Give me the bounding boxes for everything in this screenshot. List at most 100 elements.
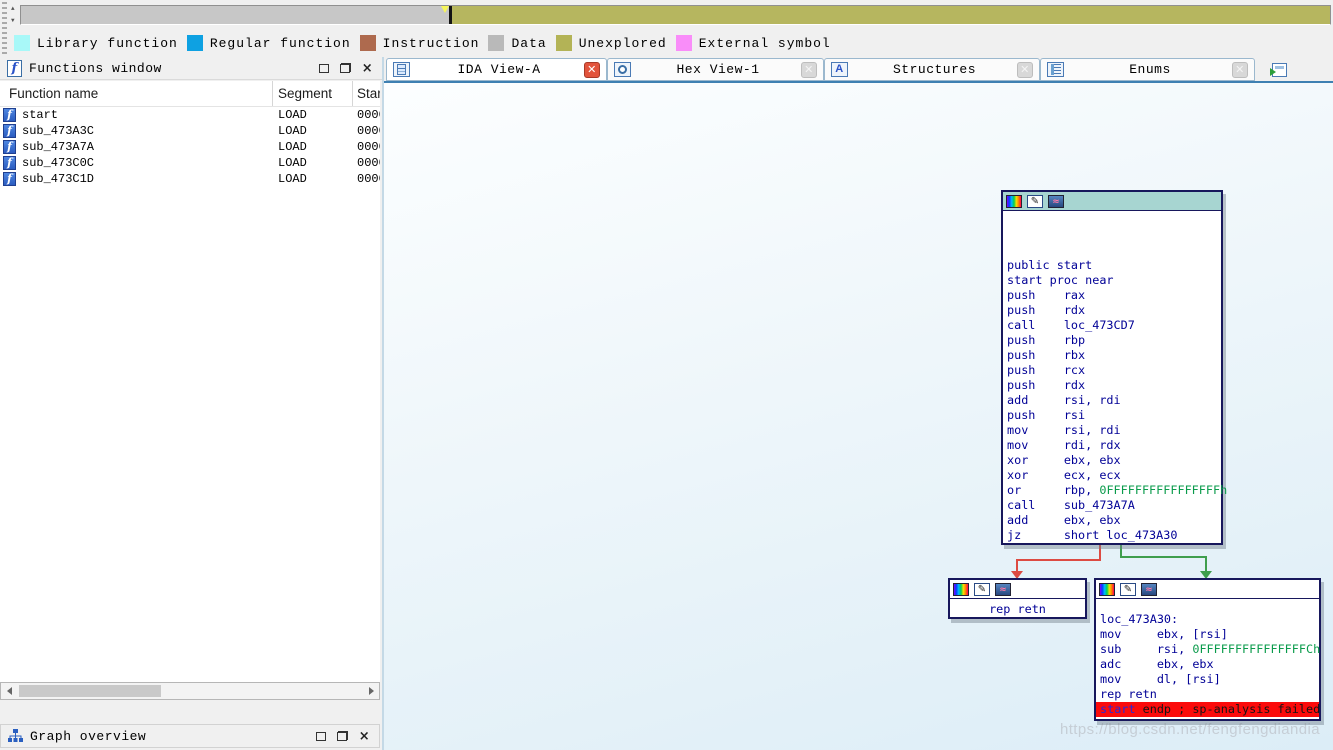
xrefs-icon[interactable]: ≈ bbox=[1048, 195, 1064, 208]
asm-line[interactable]: push rcx bbox=[1007, 363, 1221, 378]
scroll-right-button[interactable] bbox=[363, 683, 379, 699]
node-titlebar: ✎ ≈ bbox=[1096, 580, 1319, 599]
function-segment: LOAD bbox=[273, 140, 353, 154]
asm-code[interactable]: public startstart proc nearpush raxpush … bbox=[1003, 211, 1221, 543]
edit-icon[interactable]: ✎ bbox=[1120, 583, 1136, 596]
restore-button[interactable] bbox=[335, 729, 350, 743]
navigator-band[interactable] bbox=[20, 5, 1331, 25]
asm-code[interactable]: loc_473A30:mov ebx, [rsi]sub rsi, 0FFFFF… bbox=[1096, 599, 1319, 717]
maximize-button[interactable] bbox=[316, 61, 331, 75]
tab-label: Structures bbox=[852, 62, 1017, 77]
table-row[interactable]: fsub_473C1D LOAD 0000 bbox=[0, 171, 380, 187]
asm-line[interactable]: mov rsi, rdi bbox=[1007, 423, 1221, 438]
graph-overview-titlebar[interactable]: Graph overview × bbox=[0, 724, 380, 748]
scroll-left-icon bbox=[7, 687, 12, 695]
asm-line[interactable]: xor ebx, ebx bbox=[1007, 453, 1221, 468]
edit-icon[interactable]: ✎ bbox=[1027, 195, 1043, 208]
asm-line[interactable]: loc_473A30: bbox=[1100, 612, 1319, 627]
asm-text: loc_473A30: bbox=[1100, 612, 1178, 626]
asm-text: push rsi bbox=[1007, 408, 1085, 422]
asm-line[interactable]: mov ebx, [rsi] bbox=[1100, 627, 1319, 642]
restore-button[interactable] bbox=[338, 61, 353, 75]
unexplored-swatch bbox=[556, 35, 572, 51]
graph-view-canvas[interactable]: https://blog.csdn.net/fengfengdiandia ✎ … bbox=[384, 83, 1333, 750]
maximize-icon bbox=[316, 732, 326, 741]
horizontal-scrollbar[interactable] bbox=[0, 682, 380, 700]
asm-text: 0FFFFFFFFFFFFFFFFh bbox=[1099, 483, 1227, 497]
tab-close-button[interactable]: ✕ bbox=[1232, 62, 1248, 78]
asm-line[interactable]: mov rdi, rdx bbox=[1007, 438, 1221, 453]
node-color-icon[interactable] bbox=[1006, 195, 1022, 208]
scrollbar-track[interactable] bbox=[17, 683, 363, 699]
navigator-band-unexplored[interactable] bbox=[452, 6, 1330, 24]
column-header-function-name[interactable]: Function name bbox=[0, 81, 273, 106]
scrollbar-thumb[interactable] bbox=[19, 685, 161, 697]
asm-line[interactable]: push rdx bbox=[1007, 303, 1221, 318]
spin-down-icon[interactable]: ▼ bbox=[11, 18, 19, 24]
function-segment: LOAD bbox=[273, 108, 353, 122]
basic-block-loc-473A30[interactable]: ✎ ≈ loc_473A30:mov ebx, [rsi]sub rsi, 0F… bbox=[1094, 578, 1321, 721]
spin-up-icon[interactable]: ▲ bbox=[11, 6, 19, 12]
tab-ida-view-a[interactable]: IDA View-A ✕ bbox=[386, 58, 607, 81]
close-button[interactable]: × bbox=[357, 729, 372, 743]
function-icon: f bbox=[3, 156, 16, 170]
asm-text: push rdx bbox=[1007, 378, 1085, 392]
asm-line[interactable]: push rsi bbox=[1007, 408, 1221, 423]
asm-line[interactable]: mov dl, [rsi] bbox=[1100, 672, 1319, 687]
asm-line[interactable]: push rdx bbox=[1007, 378, 1221, 393]
asm-line[interactable]: adc ebx, ebx bbox=[1100, 657, 1319, 672]
asm-line-highlight[interactable]: start endp ; sp-analysis failed bbox=[1096, 702, 1319, 717]
asm-code[interactable]: rep retn bbox=[950, 599, 1085, 620]
tab-label: Enums bbox=[1068, 62, 1232, 77]
tab-hex-view-1[interactable]: Hex View-1 ✕ bbox=[607, 58, 824, 81]
asm-line[interactable]: rep retn bbox=[950, 602, 1085, 617]
asm-line[interactable]: sub rsi, 0FFFFFFFFFFFFFFFCh bbox=[1100, 642, 1319, 657]
table-row[interactable]: fsub_473A7A LOAD 0000 bbox=[0, 139, 380, 155]
tab-label: Hex View-1 bbox=[635, 62, 801, 77]
asm-line[interactable]: push rbx bbox=[1007, 348, 1221, 363]
edge-jump-taken bbox=[1121, 545, 1206, 572]
node-color-icon[interactable] bbox=[1099, 583, 1115, 596]
table-row[interactable]: fstart LOAD 0000 bbox=[0, 107, 380, 123]
maximize-button[interactable] bbox=[313, 729, 328, 743]
tab-close-button[interactable]: ✕ bbox=[1017, 62, 1033, 78]
asm-line[interactable]: jz short loc_473A30 bbox=[1007, 528, 1221, 543]
tab-structures[interactable]: A Structures ✕ bbox=[824, 58, 1040, 81]
tab-close-button[interactable]: ✕ bbox=[801, 62, 817, 78]
functions-window-titlebar[interactable]: f Functions window × bbox=[0, 57, 382, 80]
asm-line[interactable]: add rsi, rdi bbox=[1007, 393, 1221, 408]
scroll-left-button[interactable] bbox=[1, 683, 17, 699]
navigator-band-explored[interactable] bbox=[21, 6, 449, 24]
asm-line[interactable]: push rbp bbox=[1007, 333, 1221, 348]
toolbar-grip[interactable] bbox=[2, 2, 7, 54]
basic-block-rep-retn[interactable]: ✎ ≈ rep retn bbox=[948, 578, 1087, 619]
tab-enums[interactable]: Enums ✕ bbox=[1040, 58, 1255, 81]
asm-line[interactable]: rep retn bbox=[1100, 687, 1319, 702]
node-color-icon[interactable] bbox=[953, 583, 969, 596]
asm-line[interactable]: add ebx, ebx bbox=[1007, 513, 1221, 528]
tab-close-button[interactable]: ✕ bbox=[584, 62, 600, 78]
asm-line[interactable]: public start bbox=[1007, 258, 1221, 273]
window-list-button[interactable] bbox=[1268, 60, 1290, 79]
table-row[interactable]: fsub_473C0C LOAD 0000 bbox=[0, 155, 380, 171]
asm-text: mov ebx, [rsi] bbox=[1100, 627, 1228, 641]
view-tabbar: IDA View-A ✕ Hex View-1 ✕ A Structures ✕… bbox=[384, 57, 1333, 81]
asm-line[interactable]: push rax bbox=[1007, 288, 1221, 303]
close-button[interactable]: × bbox=[360, 61, 375, 75]
node-titlebar: ✎ ≈ bbox=[1003, 192, 1221, 211]
asm-text: push rbp bbox=[1007, 333, 1085, 347]
basic-block-start[interactable]: ✎ ≈ public startstart proc nearpush raxp… bbox=[1001, 190, 1223, 545]
asm-line[interactable]: call sub_473A7A bbox=[1007, 498, 1221, 513]
column-header-segment[interactable]: Segment bbox=[273, 81, 353, 106]
edit-icon[interactable]: ✎ bbox=[974, 583, 990, 596]
asm-text: push rax bbox=[1007, 288, 1085, 302]
asm-line[interactable]: xor ecx, ecx bbox=[1007, 468, 1221, 483]
column-header-start[interactable]: Start bbox=[353, 81, 380, 106]
xrefs-icon[interactable]: ≈ bbox=[995, 583, 1011, 596]
xrefs-icon[interactable]: ≈ bbox=[1141, 583, 1157, 596]
asm-line[interactable]: call loc_473CD7 bbox=[1007, 318, 1221, 333]
asm-line[interactable]: or rbp, 0FFFFFFFFFFFFFFFFh bbox=[1007, 483, 1221, 498]
table-row[interactable]: fsub_473A3C LOAD 0000 bbox=[0, 123, 380, 139]
asm-line[interactable]: start proc near bbox=[1007, 273, 1221, 288]
nav-band-spin-arrows[interactable]: ▲▼ bbox=[11, 6, 19, 24]
